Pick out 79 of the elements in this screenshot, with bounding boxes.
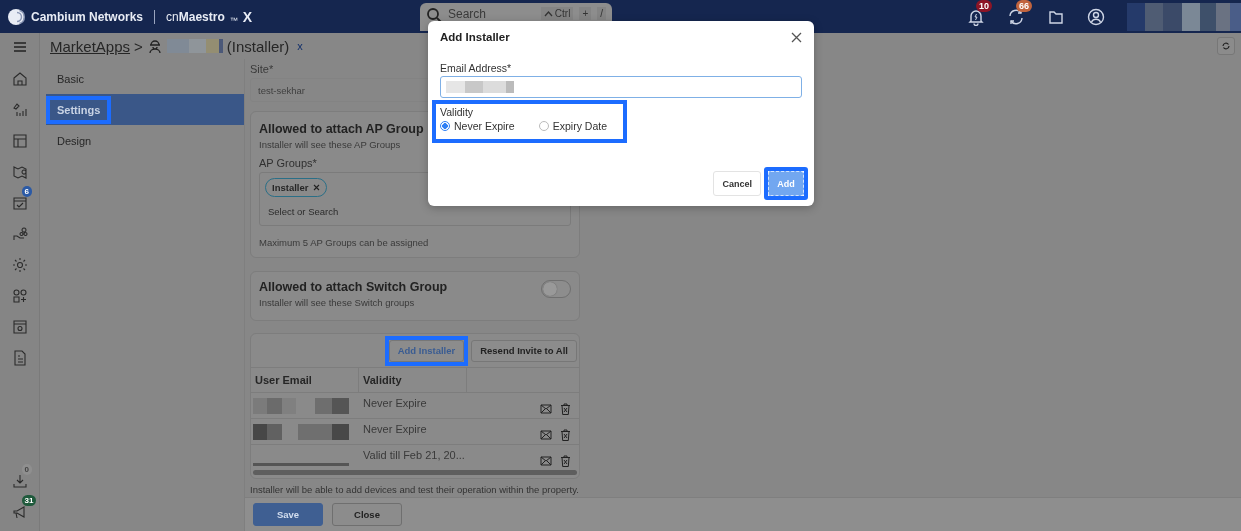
redacted-block: [446, 81, 514, 93]
gear-icon[interactable]: [11, 256, 28, 273]
field-label: Email Address*: [440, 62, 513, 74]
redacted-block: [166, 39, 223, 53]
dialog-title: Add Installer: [440, 31, 510, 43]
download-icon[interactable]: [11, 472, 28, 489]
field-label: Site*: [250, 63, 274, 75]
table-cell: Valid till Feb 21, 20...: [363, 449, 465, 461]
sidebar-item[interactable]: Basic: [46, 63, 244, 94]
shortcut-key: Ctrl: [540, 7, 574, 20]
trash-icon[interactable]: [560, 428, 571, 441]
card-subtitle: Installer will see these AP Groups: [259, 139, 401, 150]
envelope-icon[interactable]: [540, 429, 552, 440]
document-icon[interactable]: [11, 349, 28, 366]
select-placeholder: Select or Search: [267, 206, 340, 217]
remove-icon[interactable]: [313, 184, 321, 191]
breadcrumb-current: (Installer): [226, 37, 290, 55]
scrollbar[interactable]: [253, 470, 577, 475]
calendar-icon[interactable]: [11, 194, 28, 211]
save-button[interactable]: Save: [253, 503, 323, 526]
column-header: User Email: [251, 368, 359, 392]
search-icon: [426, 7, 442, 23]
note-text: Installer will be able to add devices and test their operation within the property.: [250, 484, 579, 495]
megaphone-icon[interactable]: [11, 503, 28, 520]
window-icon[interactable]: [11, 318, 28, 335]
signal-icon[interactable]: [11, 101, 28, 118]
alerts-badge: 10: [976, 0, 992, 12]
card-title: Allowed to attach Switch Group: [259, 280, 448, 294]
envelope-icon[interactable]: [540, 403, 552, 414]
brand-name: Cambium Networks: [31, 9, 144, 24]
logo-icon: [8, 8, 26, 25]
add-button[interactable]: Add: [768, 171, 804, 196]
table-cell: Never Expire: [363, 423, 427, 435]
map-icon[interactable]: [11, 163, 28, 180]
home-icon[interactable]: [11, 70, 28, 87]
email-field[interactable]: [440, 76, 802, 98]
hint-text: Maximum 5 AP Groups can be assigned: [259, 237, 429, 248]
toggle-switch[interactable]: [541, 280, 571, 298]
bell-icon[interactable]: [967, 7, 985, 26]
trash-icon[interactable]: [560, 454, 571, 467]
breadcrumb-separator: >: [134, 37, 143, 55]
cancel-button[interactable]: Cancel: [713, 171, 761, 196]
count-badge: 6: [21, 186, 32, 197]
card-subtitle: Installer will see these Switch groups: [259, 297, 415, 308]
sync-icon[interactable]: [1007, 7, 1025, 26]
user-icon[interactable]: [1087, 7, 1105, 26]
product-suffix: X: [242, 8, 253, 25]
table-cell: Never Expire: [363, 397, 427, 409]
close-link[interactable]: x: [297, 40, 303, 52]
shortcut-key: +: [579, 7, 592, 20]
hand-icon[interactable]: [11, 225, 28, 242]
resend-invite-button[interactable]: Resend Invite to All: [471, 339, 577, 362]
envelope-icon[interactable]: [540, 455, 552, 466]
menu-icon[interactable]: [12, 41, 27, 53]
radio-option[interactable]: Never Expire: [440, 120, 515, 132]
product-name: cnMaestro: [166, 9, 225, 24]
worker-icon: [146, 38, 163, 54]
layout-icon[interactable]: [11, 132, 28, 149]
close-icon[interactable]: [791, 31, 802, 43]
count-badge: 0: [21, 464, 32, 475]
field-label: AP Groups*: [259, 157, 317, 169]
search-placeholder: Search: [448, 7, 488, 21]
sidebar-item[interactable]: Settings: [46, 94, 244, 125]
shortcut-key: /: [597, 7, 606, 20]
refresh-icon: [1221, 41, 1231, 51]
caret-icon: [543, 10, 553, 17]
refresh-button[interactable]: [1217, 37, 1235, 55]
radio-option[interactable]: Expiry Date: [538, 120, 607, 132]
sidebar-item[interactable]: Design: [46, 125, 244, 156]
apps-icon[interactable]: [11, 287, 28, 304]
close-button[interactable]: Close: [332, 503, 402, 526]
field-label: Validity: [440, 106, 474, 118]
sync-badge: 66: [1016, 0, 1032, 12]
count-badge: 31: [21, 495, 37, 506]
column-header: Validity: [359, 368, 467, 392]
trash-icon[interactable]: [560, 402, 571, 415]
card-title: Allowed to attach AP Group: [259, 122, 424, 136]
trademark-mark: ™: [229, 16, 238, 25]
breadcrumb-link[interactable]: MarketApps: [50, 37, 131, 55]
